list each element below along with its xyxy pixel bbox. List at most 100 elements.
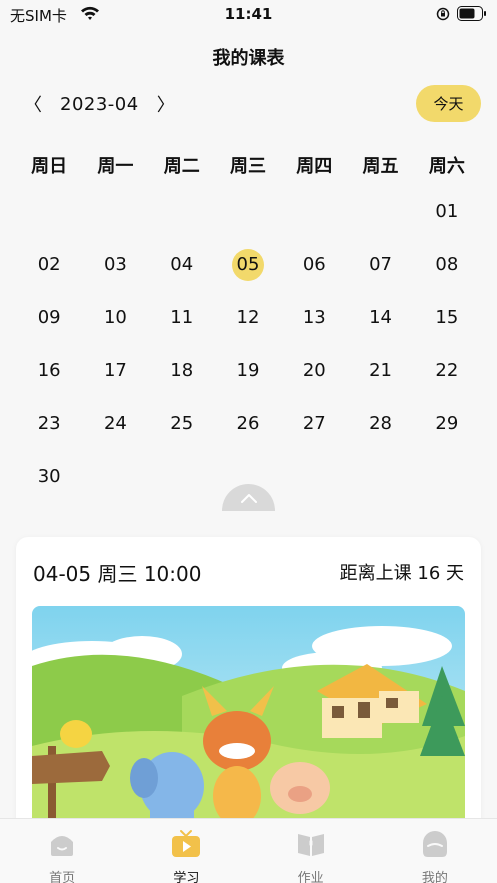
tab-profile[interactable]: 我的: [373, 819, 497, 883]
calendar-day[interactable]: 25: [149, 397, 215, 450]
weekday-mon: 周一: [97, 156, 134, 177]
calendar-day[interactable]: 11: [149, 291, 215, 344]
day-number: 13: [302, 307, 326, 328]
day-number: 19: [236, 360, 260, 381]
course-banner-image: [32, 606, 465, 837]
calendar-day[interactable]: 29: [414, 397, 480, 450]
day-number: 16: [37, 360, 61, 381]
day-number: 20: [302, 360, 326, 381]
day-number: 25: [170, 413, 194, 434]
course-card[interactable]: 04-05 周三 10:00 距离上课 16 天: [16, 537, 481, 837]
selected-day-number: 05: [231, 248, 264, 281]
calendar-day[interactable]: 23: [16, 397, 82, 450]
calendar-day[interactable]: 22: [414, 344, 480, 397]
today-button[interactable]: 今天: [416, 85, 481, 122]
empty-cell: [16, 185, 82, 238]
home-icon: [51, 836, 74, 856]
calendar-day[interactable]: 03: [82, 238, 148, 291]
current-month: 2023-04: [60, 93, 139, 115]
weekday-sat: 周六: [428, 156, 465, 177]
calendar-day[interactable]: 07: [347, 238, 413, 291]
calendar-day[interactable]: 16: [16, 344, 82, 397]
course-time: 04-05 周三 10:00: [33, 562, 202, 586]
day-number: 15: [435, 307, 459, 328]
day-number: 21: [369, 360, 393, 381]
day-number: 17: [103, 360, 127, 381]
day-number: 24: [103, 413, 127, 434]
weekday-sun: 周日: [31, 156, 68, 177]
empty-cell: [82, 185, 148, 238]
day-number: 03: [103, 254, 127, 275]
day-number: 30: [37, 466, 61, 487]
rotation-lock-icon: [436, 7, 450, 21]
calendar-day[interactable]: 24: [82, 397, 148, 450]
prev-month-button[interactable]: 〈: [24, 91, 42, 117]
profile-icon: [422, 831, 447, 857]
calendar-day[interactable]: 10: [82, 291, 148, 344]
day-number: 23: [37, 413, 61, 434]
course-countdown: 距离上课 16 天: [339, 563, 464, 584]
calendar-day[interactable]: 02: [16, 238, 82, 291]
day-number: 26: [236, 413, 260, 434]
calendar-day-selected[interactable]: 05: [215, 238, 281, 291]
calendar-day[interactable]: 20: [281, 344, 347, 397]
tab-homework-label: 作业: [297, 871, 324, 883]
tab-home-label: 首页: [49, 871, 76, 883]
day-number: 06: [302, 254, 326, 275]
day-number: 08: [435, 254, 459, 275]
tab-profile-label: 我的: [421, 871, 448, 883]
calendar-day[interactable]: 14: [347, 291, 413, 344]
page-title: 我的课表: [212, 48, 285, 69]
calendar-day[interactable]: 01: [414, 185, 480, 238]
calendar-day[interactable]: 18: [149, 344, 215, 397]
day-number: 07: [369, 254, 393, 275]
day-number: 27: [302, 413, 326, 434]
calendar-day[interactable]: 17: [82, 344, 148, 397]
next-month-button[interactable]: 〉: [157, 91, 175, 117]
day-number: 09: [37, 307, 61, 328]
calendar-day[interactable]: 15: [414, 291, 480, 344]
calendar-day[interactable]: 12: [215, 291, 281, 344]
weekday-fri: 周五: [362, 156, 399, 177]
status-bar: 无SIM卡 11:41: [0, 0, 497, 30]
calendar-day[interactable]: 19: [215, 344, 281, 397]
month-navigator: 〈 2023-04 〉: [24, 90, 175, 118]
calendar-day[interactable]: 13: [281, 291, 347, 344]
day-number: 04: [170, 254, 194, 275]
calendar-day[interactable]: 21: [347, 344, 413, 397]
weekday-wed: 周三: [229, 156, 266, 177]
day-number: 02: [37, 254, 61, 275]
chevron-up-icon: [240, 493, 257, 503]
calendar-day[interactable]: 26: [215, 397, 281, 450]
calendar-day[interactable]: 04: [149, 238, 215, 291]
empty-cell: [281, 185, 347, 238]
calendar-day[interactable]: 30: [16, 450, 82, 503]
empty-cell: [149, 185, 215, 238]
tab-homework[interactable]: 作业: [249, 819, 373, 883]
calendar-day[interactable]: 27: [281, 397, 347, 450]
weekday-header: 周日 周一 周二 周三 周四 周五 周六: [16, 152, 480, 178]
calendar-day[interactable]: 08: [414, 238, 480, 291]
tab-home[interactable]: 首页: [0, 819, 124, 883]
calendar-grid: 01 02 03 04 05 06 07 08 09 10 11 12 13 1…: [16, 185, 480, 503]
tab-study[interactable]: 学习: [124, 819, 248, 883]
book-icon: [297, 834, 324, 856]
clock: 11:41: [224, 5, 273, 23]
day-number: 18: [170, 360, 194, 381]
day-number: 28: [369, 413, 393, 434]
weekday-tue: 周二: [163, 156, 200, 177]
empty-cell: [347, 185, 413, 238]
tab-study-label: 学习: [173, 871, 200, 883]
battery-icon: [457, 6, 486, 21]
calendar-day[interactable]: 28: [347, 397, 413, 450]
day-number: 12: [236, 307, 260, 328]
calendar-day[interactable]: 09: [16, 291, 82, 344]
day-number: 01: [435, 201, 459, 222]
weekday-thu: 周四: [296, 156, 333, 177]
calendar-day[interactable]: 06: [281, 238, 347, 291]
day-number: 10: [103, 307, 127, 328]
play-tv-icon: [172, 830, 201, 857]
day-number: 14: [369, 307, 393, 328]
empty-cell: [215, 185, 281, 238]
day-number: 11: [170, 307, 194, 328]
